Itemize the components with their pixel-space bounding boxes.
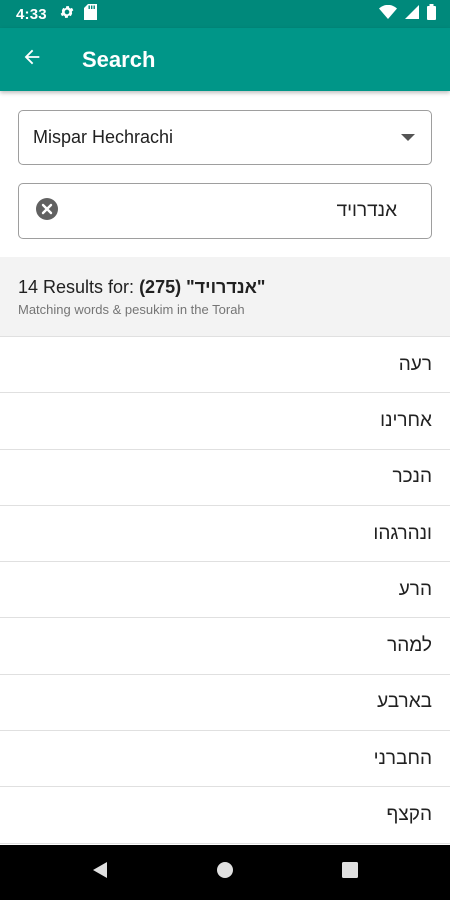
list-item[interactable]: רעה [0,337,450,394]
nav-back-button[interactable] [38,845,163,900]
list-item-text: אחרינו [380,409,432,431]
status-bar: 4:33 [0,0,450,28]
dropdown-arrow-icon [401,134,415,141]
page-title: Search [82,46,156,72]
list-item[interactable]: הקצף [0,787,450,844]
search-input[interactable]: אנדרויד [18,183,432,239]
nav-recents-button[interactable] [288,845,413,900]
list-item[interactable]: הנכר [0,450,450,506]
results-list: רעה אחרינו הנכר ונהרגהו הרע למהר בארבע ה… [0,337,450,845]
list-item[interactable]: הרע [0,562,450,619]
list-item-text: בארבע [377,691,432,713]
results-value: (275) [139,277,182,297]
status-left-icons [59,3,97,25]
home-circle-icon [216,861,234,884]
status-right-icons [379,3,436,25]
recents-square-icon [342,862,358,883]
list-item[interactable]: אחרינו [0,393,450,450]
list-item[interactable]: ונהרגהו [0,506,450,563]
signal-icon [405,4,419,24]
select-value: Mispar Hechrachi [33,127,174,147]
list-item-text: הרע [398,578,432,600]
list-item-text: ונהרגהו [373,522,432,544]
list-item-text: הנכר [392,466,432,488]
app-bar: Search [0,28,450,91]
results-title: 14 Results for: (275) "אנדרויד" [18,277,432,298]
list-item-text: הקצף [386,804,432,826]
back-triangle-icon [91,861,109,884]
list-item[interactable]: למהר [0,618,450,675]
results-subtitle: Matching words & pesukim in the Torah [18,302,245,317]
wifi-icon [379,4,397,24]
results-count-label: 14 Results for: [18,277,140,297]
arrow-left-icon [21,46,43,73]
clear-circle-icon [35,197,59,226]
list-item-text: החברני [373,747,432,769]
list-item[interactable]: החברני [0,731,450,788]
list-item[interactable]: בארבע [0,675,450,732]
nav-home-button[interactable] [163,845,288,900]
back-button[interactable] [0,28,64,91]
status-time: 4:33 [16,5,47,23]
list-item-text: למהר [387,635,432,657]
results-query: "אנדרויד" [186,277,266,297]
results-header: 14 Results for: (275) "אנדרויד" Matching… [0,257,450,337]
clear-search-button[interactable] [35,197,59,226]
gematria-method-select[interactable]: Mispar Hechrachi [18,110,432,165]
navigation-bar [0,845,450,900]
sd-card-icon [83,3,97,25]
settings-icon [59,4,75,25]
battery-icon [427,3,436,25]
search-input-value: אנדרויד [336,200,397,221]
list-item-text: רעה [398,353,432,375]
